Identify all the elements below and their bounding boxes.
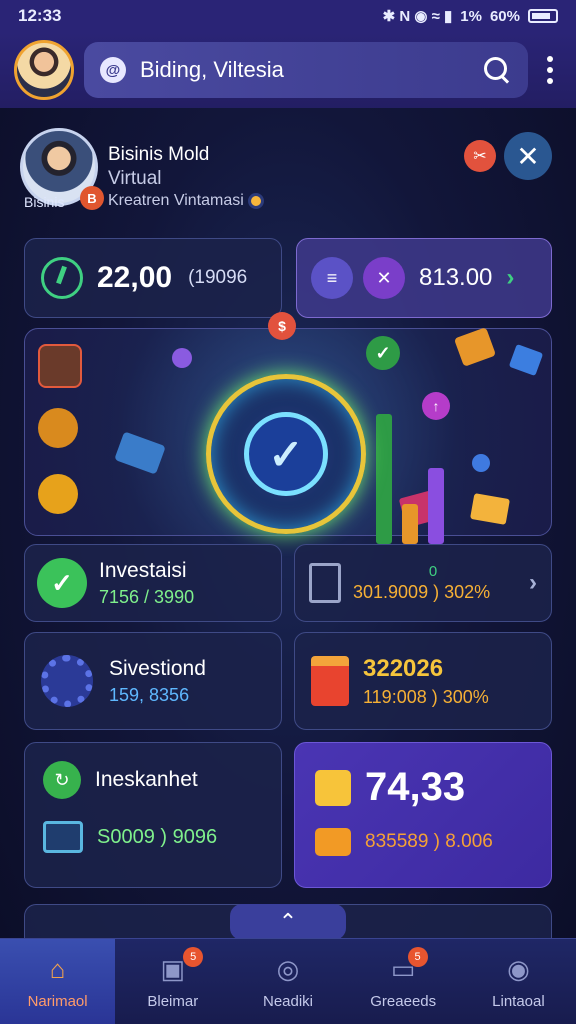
nav-item-profile[interactable]: ◉ Lintaoal (461, 939, 576, 1024)
bulb-icon (38, 408, 78, 448)
gift-icon (311, 656, 349, 706)
total-card[interactable]: 74,33 835589 ) 8.006 (294, 742, 552, 888)
bonus-title: 322026 (363, 654, 444, 682)
profile-header: B Bisinis Bisinis Mold Virtual Kreatren … (20, 128, 560, 218)
market-title: Ineskanhet (95, 768, 198, 791)
wallet-value: 813.00 (419, 264, 493, 291)
status-time: 12:33 (18, 6, 62, 25)
collapse-handle[interactable]: ⌃ (230, 904, 346, 940)
chart-bar (428, 468, 444, 544)
home-icon: ⌂ (49, 953, 66, 984)
close-button[interactable]: ✕ (504, 132, 552, 180)
chevron-right-icon: › (506, 264, 515, 291)
report-icon (43, 821, 83, 853)
profile-role: Virtual (108, 168, 162, 189)
target-icon: ◎ (276, 953, 300, 984)
checkmark-icon: ✓ (244, 412, 328, 496)
bonus-value: 119:008 ) 300% (363, 686, 489, 707)
status-battery-text: 60% (489, 7, 520, 25)
dollar-icon: $ (268, 312, 296, 340)
more-options-icon[interactable] (538, 56, 562, 84)
nav-item-greaeeds[interactable]: 5 ▭ Greaeeds (346, 939, 461, 1024)
status-signal-text: 1% (460, 7, 482, 25)
search-icon[interactable] (482, 55, 512, 85)
bottom-navigation: ⌂ Narimaol 5 ▣ Bleimar ◎ Neadiki 5 ▭ Gre… (0, 938, 576, 1024)
sivestiond-title: Sivestiond (109, 656, 206, 680)
balance-card[interactable]: 22,00 (19096 (24, 238, 282, 318)
profile-subtitle-text: Kreatren Vintamasi (108, 192, 244, 209)
nav-item-home[interactable]: ⌂ Narimaol (0, 939, 116, 1024)
investment-card[interactable]: ✓ Investaisi 7156 / 3990 (24, 544, 282, 622)
total-title: 74,33 (365, 765, 466, 809)
nav-label: Lintaoal (492, 993, 545, 1010)
chart-bar (376, 414, 392, 544)
location-icon: @ (100, 57, 126, 83)
investment-title: Investaisi (99, 558, 187, 582)
checkbox-icon (315, 769, 351, 806)
clipboard-icon (38, 344, 82, 388)
total-value: 835589 ) 8.006 (365, 831, 493, 852)
nav-label: Greaeeds (370, 993, 437, 1010)
balance-main: 22,00 (97, 261, 173, 294)
profile-badge: B (80, 186, 104, 210)
bonus-card[interactable]: 322026 119:008 ) 300% (294, 632, 552, 730)
verified-icon (247, 193, 264, 209)
profile-icon: ◉ (507, 953, 530, 984)
battery-icon (528, 9, 558, 23)
search-gear-icon (41, 655, 93, 707)
share-icon[interactable]: ✂ (464, 140, 496, 172)
node-dot (472, 454, 490, 472)
status-bar: 12:33 ✱ N ◉ ≈ ▮ 1% 60% (0, 0, 576, 32)
profile-handle: Bisinis (24, 194, 65, 210)
nav-label: Neadiki (262, 993, 314, 1010)
nav-label: Narimaol (27, 993, 88, 1010)
gear-orange-icon (38, 474, 78, 514)
refresh-icon (41, 257, 83, 299)
balance-sub: (19096 (188, 267, 248, 288)
wallet-icon (315, 828, 351, 856)
calculator-value: 301.9009 ) 302% (353, 582, 491, 602)
check-small-icon: ✓ (366, 336, 400, 370)
user-avatar[interactable] (14, 40, 74, 100)
market-value: S0009 ) 9096 (97, 825, 218, 848)
wallet-card[interactable]: ≡ ✕ 813.00 › (296, 238, 552, 318)
node-dot (172, 348, 192, 368)
nav-item-bleimar[interactable]: 5 ▣ Bleimar (115, 939, 230, 1024)
status-system-icons: ✱ N ◉ ≈ ▮ (382, 8, 453, 25)
profile-name: Bisinis Mold (108, 144, 210, 165)
search-input[interactable]: Biding, Viltesia (140, 57, 468, 83)
status-icons: ✱ N ◉ ≈ ▮ 1% 60% (383, 7, 558, 25)
search-bar[interactable]: @ Biding, Viltesia (84, 42, 528, 98)
nav-label: Bleimar (147, 993, 199, 1010)
check-circle-icon: ✓ (37, 558, 87, 608)
tools-icon: ✕ (363, 257, 405, 299)
chart-bar (402, 504, 418, 544)
sivestiond-card[interactable]: Sivestiond 159, 8356 (24, 632, 282, 730)
profile-subtitle: Kreatren Vintamasi (108, 192, 264, 210)
arrow-up-icon: ↑ (422, 392, 450, 420)
calculator-icon (309, 563, 341, 603)
calculator-label: 0 (428, 563, 438, 580)
document-icon: ≡ (311, 257, 353, 299)
refresh-small-icon: ↻ (43, 761, 81, 799)
notification-badge: 5 (407, 947, 428, 967)
investment-value: 7156 / 3990 (99, 586, 195, 607)
nav-item-neadiki[interactable]: ◎ Neadiki (230, 939, 345, 1024)
sivestiond-value: 159, 8356 (109, 684, 190, 705)
market-card[interactable]: ↻ Ineskanhet S0009 ) 9096 (24, 742, 282, 888)
notification-badge: 5 (183, 947, 204, 967)
success-ring: ✓ (206, 374, 366, 534)
chevron-right-icon: › (529, 569, 537, 596)
app-bar: @ Biding, Viltesia (0, 32, 576, 108)
calculator-card[interactable]: 0 301.9009 ) 302% › (294, 544, 552, 622)
